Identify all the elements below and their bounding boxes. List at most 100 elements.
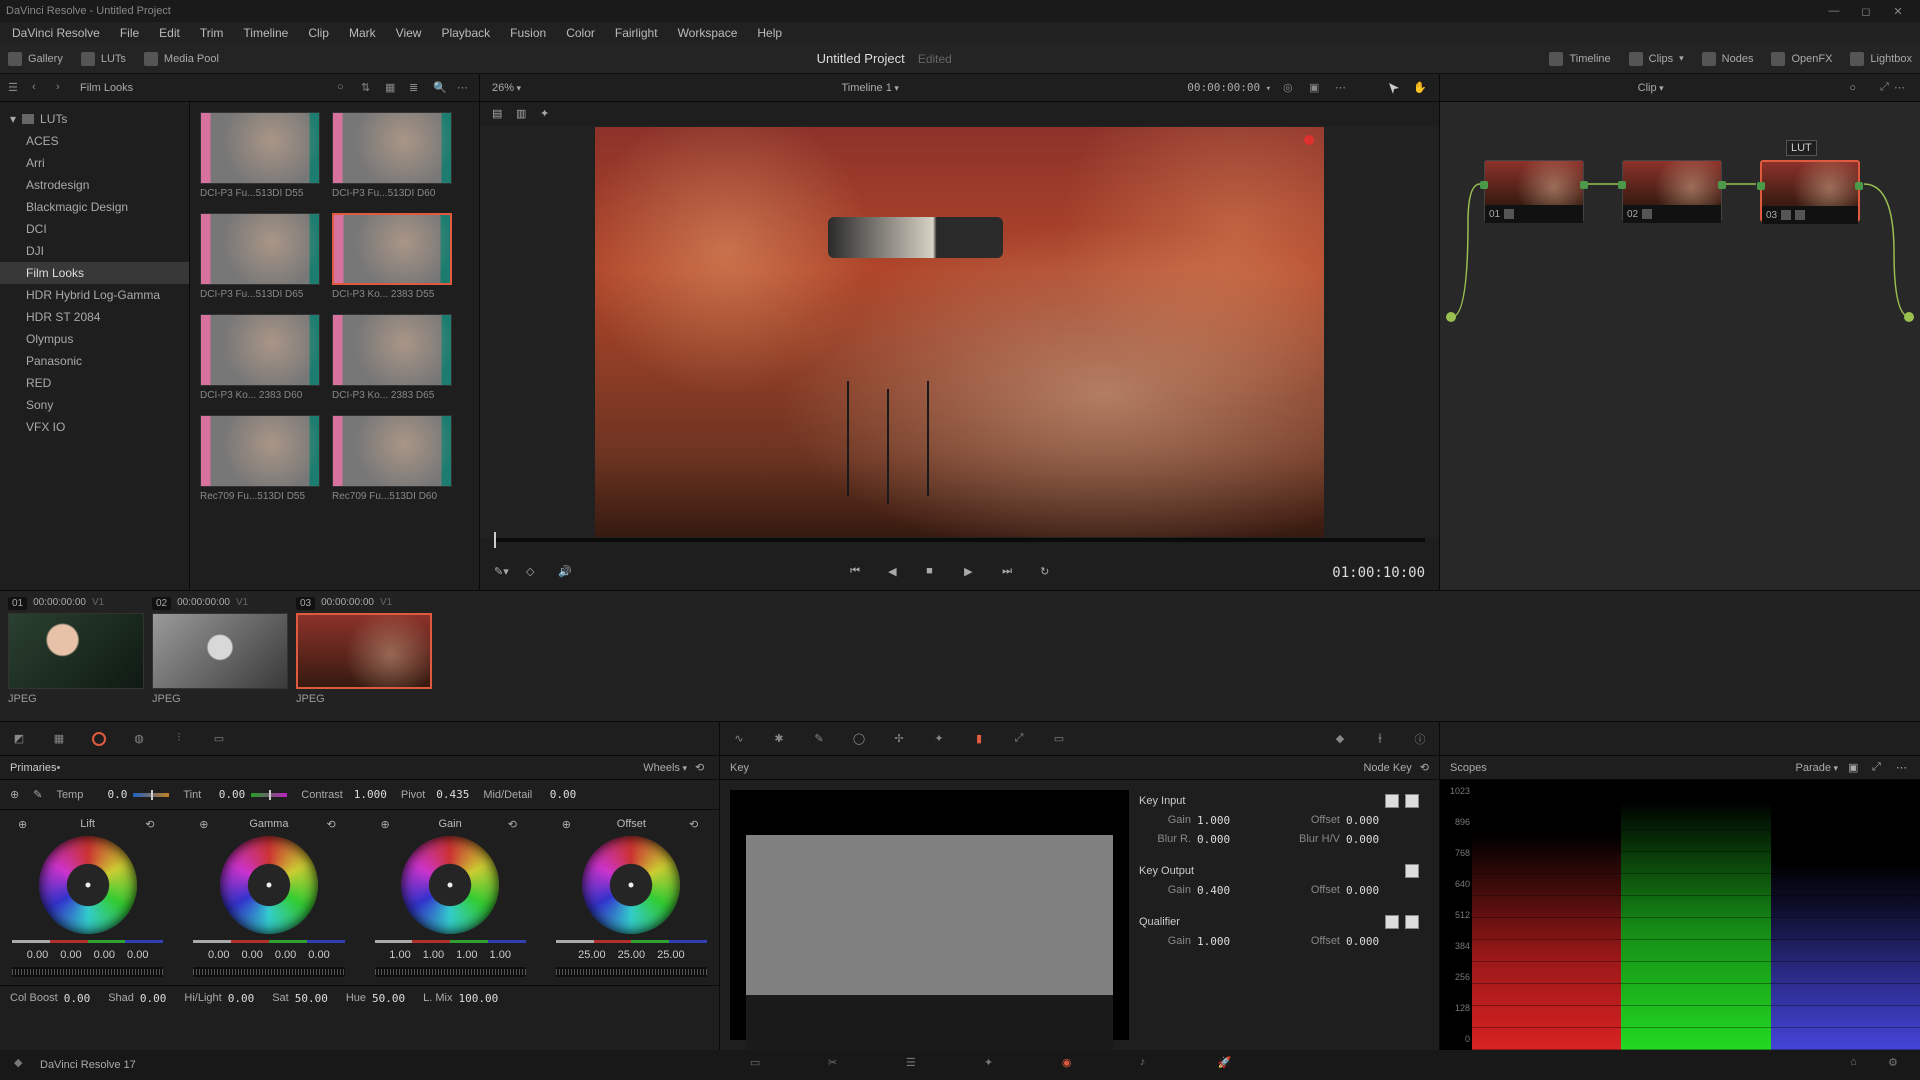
- timeline-button[interactable]: Timeline: [1549, 52, 1610, 66]
- node-02[interactable]: 02: [1622, 160, 1722, 222]
- q-offset[interactable]: 0.000: [1346, 935, 1379, 948]
- mediapool-button[interactable]: Media Pool: [144, 52, 219, 66]
- back-icon[interactable]: ‹: [32, 81, 46, 95]
- luts-tree-item[interactable]: HDR Hybrid Log-Gamma: [0, 284, 189, 306]
- lut-card[interactable]: DCI-P3 Fu...513DI D55: [200, 112, 320, 199]
- q-gain[interactable]: 1.000: [1197, 935, 1230, 948]
- ki-blurr[interactable]: 0.000: [1197, 833, 1230, 846]
- openfx-button[interactable]: OpenFX: [1771, 52, 1832, 66]
- luts-tree-item[interactable]: HDR ST 2084: [0, 306, 189, 328]
- magic-mask-icon[interactable]: ✦: [930, 730, 948, 748]
- keyframe-icon[interactable]: ◆: [1331, 730, 1349, 748]
- list-view-icon[interactable]: ≣: [409, 81, 423, 95]
- magic-icon[interactable]: ✦: [540, 107, 554, 121]
- curves-icon[interactable]: ∿: [730, 730, 748, 748]
- playbar[interactable]: [480, 538, 1439, 556]
- ki-blurhv[interactable]: 0.000: [1346, 833, 1379, 846]
- menu-workspace[interactable]: Workspace: [670, 26, 746, 40]
- first-frame-button[interactable]: ⏮: [850, 565, 866, 581]
- luts-button[interactable]: LUTs: [81, 52, 126, 66]
- graph-output[interactable]: [1904, 312, 1914, 322]
- key-preview-image[interactable]: [746, 835, 1113, 995]
- color-wheel[interactable]: [401, 836, 499, 934]
- lut-thumb[interactable]: [332, 415, 452, 487]
- node-graph[interactable]: LUT 01 02 03: [1440, 102, 1920, 590]
- lut-card[interactable]: DCI-P3 Fu...513DI D65: [200, 213, 320, 300]
- colorspace-icon[interactable]: ◎: [1283, 81, 1297, 95]
- lut-card[interactable]: DCI-P3 Ko... 2383 D60: [200, 314, 320, 401]
- lmix-value[interactable]: 100.00: [459, 992, 499, 1005]
- home-icon[interactable]: ⌂: [1850, 1056, 1868, 1074]
- menu-playback[interactable]: Playback: [433, 26, 498, 40]
- stop-button[interactable]: ■: [926, 565, 942, 581]
- ki-gain[interactable]: 1.000: [1197, 814, 1230, 827]
- node-03[interactable]: 03: [1760, 160, 1860, 222]
- warper-icon[interactable]: ✱: [770, 730, 788, 748]
- menu-help[interactable]: Help: [749, 26, 790, 40]
- settings-icon[interactable]: ⚙: [1888, 1056, 1906, 1074]
- picker-icon[interactable]: ⊕: [18, 818, 30, 830]
- prev-frame-button[interactable]: ◀: [888, 565, 904, 581]
- lut-card[interactable]: DCI-P3 Ko... 2383 D55: [332, 213, 452, 300]
- clip-thumb[interactable]: [296, 613, 432, 689]
- ko-gain[interactable]: 0.400: [1197, 884, 1230, 897]
- reset-icon[interactable]: ⟲: [145, 818, 157, 830]
- plus-icon[interactable]: ○: [337, 81, 351, 95]
- node-more-icon[interactable]: ⋯: [1894, 81, 1908, 95]
- luts-tree-item[interactable]: DJI: [0, 240, 189, 262]
- camera-raw-icon[interactable]: ◩: [10, 730, 28, 748]
- lut-card[interactable]: DCI-P3 Fu...513DI D60: [332, 112, 452, 199]
- hilight-value[interactable]: 0.00: [228, 992, 255, 1005]
- picker-icon[interactable]: ⊕: [562, 818, 574, 830]
- luts-tree[interactable]: ▾ LUTs ACESArriAstrodesignBlackmagic Des…: [0, 102, 190, 590]
- wheels-mode-dropdown[interactable]: Wheels: [643, 762, 687, 774]
- menu-view[interactable]: View: [388, 26, 430, 40]
- tracker-icon[interactable]: ✢: [890, 730, 908, 748]
- tint-value[interactable]: 0.00: [207, 788, 245, 801]
- clip-card[interactable]: 0100:00:00:00V1JPEG: [8, 597, 144, 705]
- picker-icon[interactable]: ✎▾: [494, 565, 510, 581]
- colboost-value[interactable]: 0.00: [64, 992, 91, 1005]
- highlight-icon[interactable]: ▤: [492, 107, 506, 121]
- reset-icon[interactable]: ⟲: [689, 818, 701, 830]
- lut-thumb[interactable]: [200, 415, 320, 487]
- color-wheel[interactable]: [39, 836, 137, 934]
- pointer-icon[interactable]: [1387, 81, 1401, 95]
- graph-input[interactable]: [1446, 312, 1456, 322]
- hand-icon[interactable]: ✋: [1413, 81, 1427, 95]
- key-tool-icon[interactable]: ▮: [970, 730, 988, 748]
- unmix-icon[interactable]: ◇: [526, 565, 542, 581]
- scopes-expand-icon[interactable]: ⤢: [1872, 761, 1886, 775]
- qualifier-tool-icon[interactable]: ✎: [810, 730, 828, 748]
- luts-tree-item[interactable]: RED: [0, 372, 189, 394]
- 3d-icon[interactable]: ▭: [1050, 730, 1068, 748]
- gallery-button[interactable]: Gallery: [8, 52, 63, 66]
- info-icon[interactable]: ⓘ: [1411, 730, 1429, 748]
- page-fairlight-icon[interactable]: ♪: [1140, 1056, 1158, 1074]
- page-cut-icon[interactable]: ✂: [828, 1056, 846, 1074]
- hdr-icon[interactable]: ◍: [130, 730, 148, 748]
- q-invert[interactable]: [1405, 915, 1419, 929]
- master-wheel[interactable]: [193, 967, 344, 977]
- scopes-more-icon[interactable]: ⋯: [1896, 761, 1910, 775]
- lut-card[interactable]: Rec709 Fu...513DI D60: [332, 415, 452, 502]
- menu-edit[interactable]: Edit: [151, 26, 188, 40]
- zoom-dropdown[interactable]: 26%: [492, 82, 521, 94]
- master-wheel[interactable]: [375, 967, 526, 977]
- lut-card[interactable]: DCI-P3 Ko... 2383 D65: [332, 314, 452, 401]
- luts-tree-item[interactable]: VFX IO: [0, 416, 189, 438]
- menu-davinci[interactable]: DaVinci Resolve: [4, 26, 108, 40]
- picker-icon[interactable]: ✎: [33, 788, 42, 801]
- luts-tree-item[interactable]: DCI: [0, 218, 189, 240]
- sat-value[interactable]: 50.00: [295, 992, 328, 1005]
- menu-timeline[interactable]: Timeline: [235, 26, 296, 40]
- src-timecode[interactable]: 00:00:00:00: [1187, 81, 1271, 94]
- clip-strip[interactable]: 0100:00:00:00V1JPEG0200:00:00:00V1JPEG03…: [0, 590, 1920, 722]
- ki-offset[interactable]: 0.000: [1346, 814, 1379, 827]
- luts-root[interactable]: ▾ LUTs: [0, 108, 189, 130]
- mute-icon[interactable]: 🔊: [558, 565, 574, 581]
- sizing-icon[interactable]: ⤢: [1010, 730, 1028, 748]
- clip-thumb[interactable]: [8, 613, 144, 689]
- reset-icon[interactable]: ⟲: [508, 818, 520, 830]
- color-wheels-icon[interactable]: [90, 730, 108, 748]
